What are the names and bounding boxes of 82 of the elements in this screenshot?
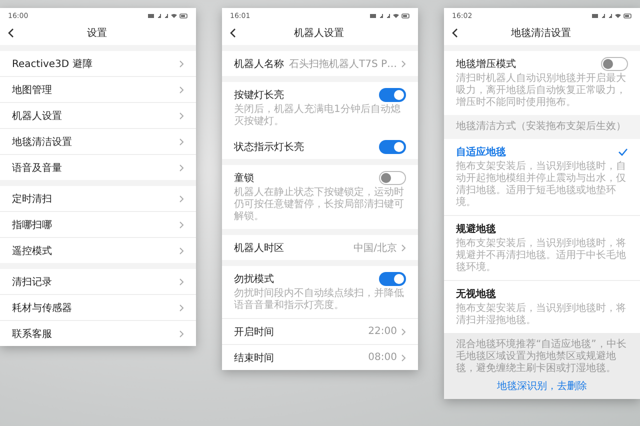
chevron-icon: [401, 354, 406, 362]
chevron-icon: [179, 220, 184, 228]
back-icon[interactable]: [452, 28, 458, 38]
row-label: 指哪扫哪: [12, 218, 53, 232]
settings-row[interactable]: 耗材与传感器: [0, 294, 196, 320]
toggle-switch[interactable]: [379, 170, 406, 184]
settings-row[interactable]: 指哪扫哪: [0, 211, 196, 237]
row-label: 机器人时区: [234, 242, 285, 254]
chevron-icon: [179, 194, 184, 202]
row-label: 定时清扫: [12, 192, 53, 206]
check-icon: [618, 148, 628, 156]
chevron-icon: [179, 278, 184, 286]
chevron-icon: [179, 304, 184, 312]
chevron-icon: [179, 86, 184, 94]
row-label: 地毯清洁设置: [12, 136, 73, 148]
section-header: 地毯清洁方式（安装拖布支架后生效）: [444, 115, 640, 139]
chevron-icon: [179, 138, 184, 146]
delete-link[interactable]: 地毯深识别，去删除: [456, 381, 628, 393]
back-icon[interactable]: [8, 28, 14, 38]
status-icons-drawing: [370, 12, 410, 18]
settings-row[interactable]: 联系客服: [0, 320, 196, 346]
settings-row[interactable]: 定时清扫: [0, 186, 196, 211]
toggle-switch[interactable]: [379, 140, 406, 154]
status-icons-drawing: [148, 12, 188, 18]
chevron-icon: [401, 244, 406, 252]
option-label[interactable]: 自适应地毯: [456, 144, 618, 158]
settings-row[interactable]: 机器人名称 石头扫拖机器人T7S P…: [222, 51, 418, 76]
row-label: 耗材与传感器: [12, 302, 73, 314]
chevron-icon: [179, 164, 184, 172]
row-label: 遥控模式: [12, 244, 53, 258]
chevron-icon: [401, 328, 406, 336]
settings-row[interactable]: 遥控模式: [0, 237, 196, 263]
settings-row[interactable]: 地图管理: [0, 76, 196, 102]
chevron-icon: [179, 112, 184, 120]
row-label: 童锁: [234, 172, 255, 184]
settings-row[interactable]: 机器人设置: [0, 102, 196, 128]
status-icons-drawing: [592, 12, 632, 18]
row-value: 22:00: [368, 326, 397, 337]
row-value: 石头扫拖机器人T7S P…: [288, 58, 397, 70]
row-label: 清扫记录: [12, 276, 53, 288]
option-description: 拖布支架安装后，当识别到地毯时，自动开起拖地模组并停止震动与出水，仅清扫地毯。适用于短毛地毯或地垫环境。: [455, 161, 627, 210]
option-description: 拖布支架安装后，当识别到地毯时，将清扫并湿拖地毯。: [455, 303, 627, 328]
row-label: 机器人名称: [234, 58, 285, 70]
row-label: 地毯增压模式: [456, 58, 517, 70]
option-label[interactable]: 规避地毯: [456, 222, 628, 236]
row-value: 中国/北京: [354, 242, 397, 254]
back-icon[interactable]: [230, 28, 236, 38]
chevron-icon: [179, 330, 184, 338]
chevron-icon: [401, 60, 406, 68]
row-value: 08:00: [368, 352, 397, 363]
option-label[interactable]: 无视地毯: [456, 286, 628, 300]
toggle-switch[interactable]: [379, 88, 406, 102]
row-label: 状态指示灯长亮: [234, 140, 305, 154]
toggle-switch[interactable]: [379, 272, 406, 286]
settings-row[interactable]: 机器人时区 中国/北京: [222, 235, 418, 260]
row-label: 联系客服: [12, 328, 53, 340]
row-label: 机器人设置: [12, 110, 63, 122]
settings-row[interactable]: 地毯清洁设置: [0, 128, 196, 154]
row-description: 关闭后，机器人充满电1分钟后自动熄灭按键灯。: [233, 104, 402, 129]
row-label: 结束时间: [234, 352, 275, 364]
row-label: 按键灯长亮: [234, 88, 285, 102]
toggle-switch[interactable]: [601, 56, 628, 70]
option-description: 拖布支架安装后，当识别到地毯时，将规避并不再清扫地毯。适用于中长毛地毯环境。: [455, 238, 627, 275]
settings-row[interactable]: Reactive3D 避障: [0, 51, 196, 76]
chevron-icon: [179, 246, 184, 254]
row-label: 勿扰模式: [234, 272, 275, 286]
row-label: 地图管理: [12, 84, 53, 96]
settings-row[interactable]: 语音及音量: [0, 154, 196, 180]
settings-row[interactable]: 结束时间 08:00: [222, 344, 418, 370]
settings-row[interactable]: 开启时间 22:00: [222, 318, 418, 344]
row-description: 机器人在静止状态下按键锁定，运动时仍可按任意键暂停，长按局部清扫键可解锁。: [233, 187, 405, 224]
screen-title: 设置: [86, 26, 108, 40]
row-description: 清扫时机器人自动识别地毯并开启最大吸力，离开地毯后自动恢复正常吸力，增压时不能同时使用拖布。: [455, 73, 627, 110]
note-text: 混合地毯环境推荐“自适应地毯”，中长毛地毯区域设置为拖地禁区或规避地毯，避免缠绕主刷卡困或打湿地毯。: [456, 339, 628, 375]
row-label: 语音及音量: [12, 162, 63, 174]
row-description: 勿扰时间段内不自动续点续扫，并降低语音音量和指示灯亮度。: [233, 288, 405, 313]
settings-row[interactable]: 清扫记录: [0, 269, 196, 294]
screen-title: 地毯清洁设置: [510, 26, 572, 40]
chevron-icon: [179, 60, 184, 68]
row-label: Reactive3D 避障: [12, 58, 94, 70]
screen-title: 机器人设置: [293, 26, 345, 40]
row-label: 开启时间: [234, 326, 275, 338]
